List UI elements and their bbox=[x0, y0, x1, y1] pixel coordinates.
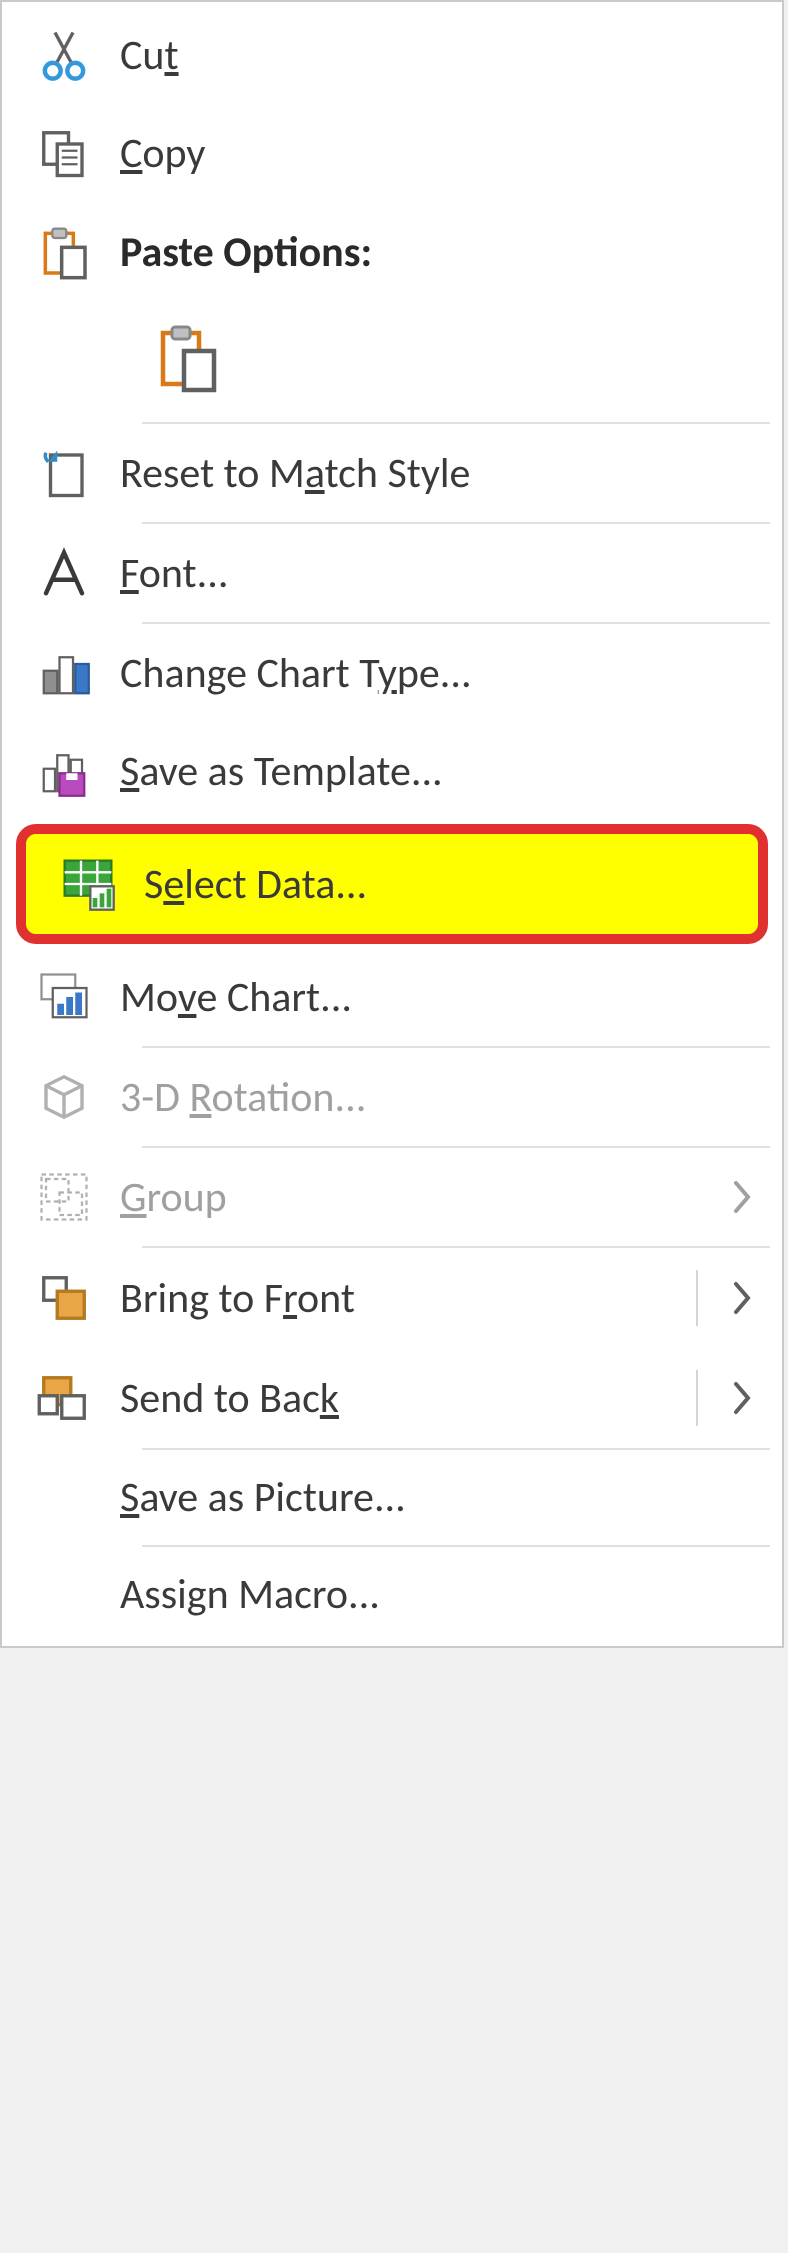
copy-item[interactable]: Copy bbox=[2, 104, 782, 202]
chevron-right-icon[interactable] bbox=[724, 1280, 752, 1316]
copy-label: Copy bbox=[100, 128, 752, 179]
paste-icon bbox=[28, 224, 100, 280]
assign-macro-item[interactable]: Assign Macro... bbox=[2, 1547, 782, 1642]
assign-macro-label: Assign Macro... bbox=[100, 1569, 752, 1620]
paste-options-header: Paste Options: bbox=[2, 202, 782, 302]
chevron-right-icon[interactable] bbox=[724, 1380, 752, 1416]
change-chart-type-label: Change Chart Type... bbox=[100, 648, 752, 699]
bring-to-front-label: Bring to Front bbox=[100, 1273, 696, 1324]
split-divider bbox=[696, 1370, 698, 1426]
select-data-icon bbox=[52, 856, 124, 912]
reset-match-style-item[interactable]: Reset to Match Style bbox=[2, 424, 782, 522]
save-template-icon bbox=[28, 744, 100, 798]
move-chart-item[interactable]: Move Chart... bbox=[2, 948, 782, 1046]
save-as-picture-item[interactable]: Save as Picture... bbox=[2, 1450, 782, 1545]
cut-icon bbox=[28, 28, 100, 82]
rotation-3d-item: 3-D Rotation... bbox=[2, 1048, 782, 1146]
bring-front-icon bbox=[28, 1271, 100, 1325]
reset-icon bbox=[28, 446, 100, 500]
cube-icon bbox=[28, 1070, 100, 1124]
rotation-3d-label: 3-D Rotation... bbox=[100, 1072, 752, 1123]
paste-option-default[interactable] bbox=[142, 312, 232, 402]
group-label: Group bbox=[100, 1172, 724, 1223]
move-chart-label: Move Chart... bbox=[100, 972, 752, 1023]
save-template-label: Save as Template... bbox=[100, 746, 752, 797]
save-template-item[interactable]: Save as Template... bbox=[2, 722, 782, 820]
split-divider bbox=[696, 1270, 698, 1326]
paste-options-label: Paste Options: bbox=[100, 227, 752, 278]
context-menu: Cut Copy Paste Options: bbox=[0, 0, 784, 1648]
chart-type-icon bbox=[28, 646, 100, 700]
cut-label: Cut bbox=[100, 30, 752, 81]
send-back-icon bbox=[28, 1371, 100, 1425]
select-data-label: Select Data... bbox=[124, 859, 728, 910]
change-chart-type-item[interactable]: Change Chart Type... bbox=[2, 624, 782, 722]
bring-to-front-item[interactable]: Bring to Front bbox=[2, 1248, 782, 1348]
font-item[interactable]: Font... bbox=[2, 524, 782, 622]
chevron-right-icon bbox=[724, 1179, 752, 1215]
paste-options-row bbox=[2, 302, 782, 422]
move-chart-icon bbox=[28, 970, 100, 1024]
send-to-back-item[interactable]: Send to Back bbox=[2, 1348, 782, 1448]
font-icon bbox=[28, 546, 100, 600]
save-as-picture-label: Save as Picture... bbox=[100, 1472, 752, 1523]
group-item: Group bbox=[2, 1148, 782, 1246]
group-icon bbox=[28, 1170, 100, 1224]
select-data-item[interactable]: Select Data... bbox=[16, 824, 768, 944]
font-label: Font... bbox=[100, 548, 752, 599]
copy-icon bbox=[28, 126, 100, 180]
reset-match-style-label: Reset to Match Style bbox=[100, 448, 752, 499]
send-to-back-label: Send to Back bbox=[100, 1373, 696, 1424]
cut-item[interactable]: Cut bbox=[2, 6, 782, 104]
